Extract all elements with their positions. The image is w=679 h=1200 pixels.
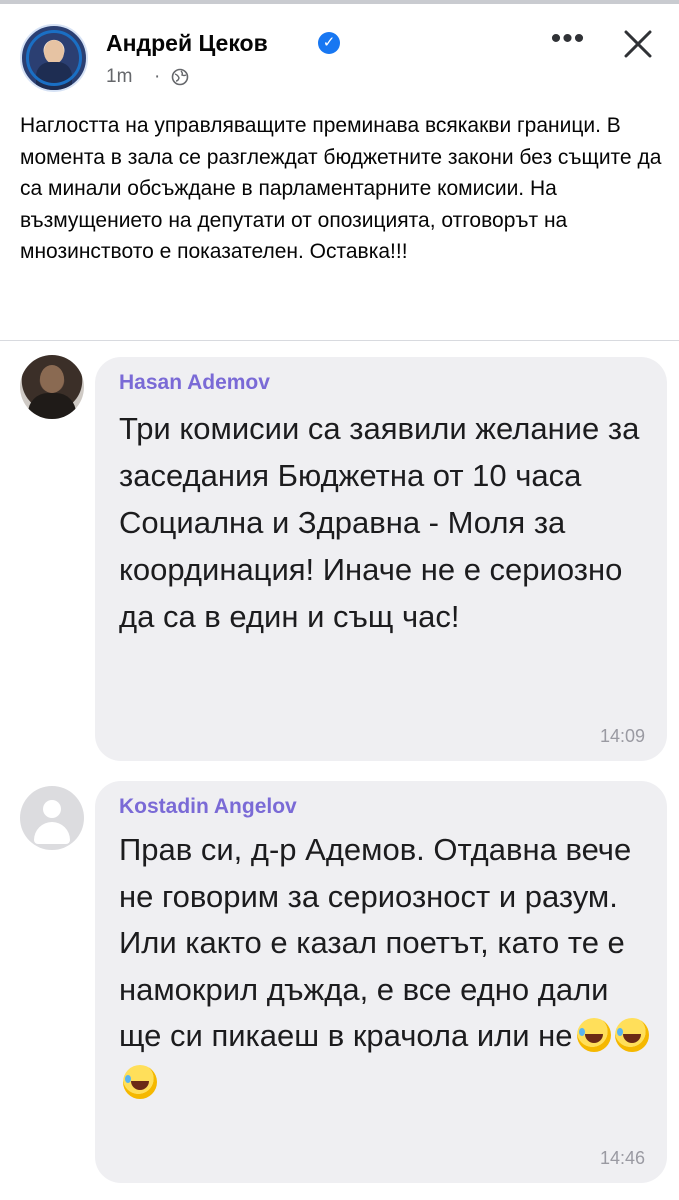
chat-message-bubble: Kostadin Angelov Прав си, д-р Адемов. От… bbox=[95, 781, 667, 1183]
message-time: 14:09 bbox=[599, 726, 645, 746]
verified-badge-icon: ✓ bbox=[318, 32, 340, 54]
more-options-button[interactable]: ••• bbox=[548, 24, 588, 58]
avatar-ring bbox=[26, 30, 82, 86]
message-sender: Kostadin Angelov bbox=[119, 795, 297, 818]
post-timestamp[interactable]: 1m bbox=[106, 66, 132, 88]
avatar-body bbox=[34, 822, 70, 844]
message-sender: Hasan Ademov bbox=[119, 371, 270, 394]
chat-screenshot-image[interactable]: Hasan Ademov Три комисии са заявили жела… bbox=[0, 341, 679, 1200]
globe-icon bbox=[171, 68, 189, 86]
rolling-on-floor-laughing-icon bbox=[576, 1018, 611, 1052]
timestamp-separator: · bbox=[154, 66, 161, 87]
close-icon[interactable] bbox=[620, 26, 656, 62]
top-separator bbox=[0, 0, 679, 4]
author-avatar[interactable] bbox=[20, 24, 88, 92]
author-name[interactable]: Андрей Цеков bbox=[106, 30, 268, 57]
post-text: Наглостта на управляващите преминава вся… bbox=[20, 114, 662, 263]
chat-message-bubble: Hasan Ademov Три комисии са заявили жела… bbox=[95, 357, 667, 761]
message-text-container: Прав си, д-р Адемов. Отдавна вече не гов… bbox=[119, 827, 659, 1106]
post-header: Андрей Цеков ✓ 1m · ••• bbox=[20, 20, 665, 92]
default-avatar-icon bbox=[20, 786, 84, 850]
rolling-on-floor-laughing-icon bbox=[614, 1018, 649, 1052]
avatar-body bbox=[28, 393, 76, 419]
avatar-head bbox=[43, 800, 61, 818]
rolling-on-floor-laughing-icon bbox=[123, 1064, 157, 1099]
message-time: 14:46 bbox=[599, 1148, 645, 1168]
message-text: Три комисии са заявили желание за заседа… bbox=[119, 411, 640, 634]
message-text: Прав си, д-р Адемов. Отдавна вече не гов… bbox=[119, 832, 632, 1053]
sender-avatar bbox=[20, 355, 84, 419]
avatar-head bbox=[40, 365, 64, 393]
